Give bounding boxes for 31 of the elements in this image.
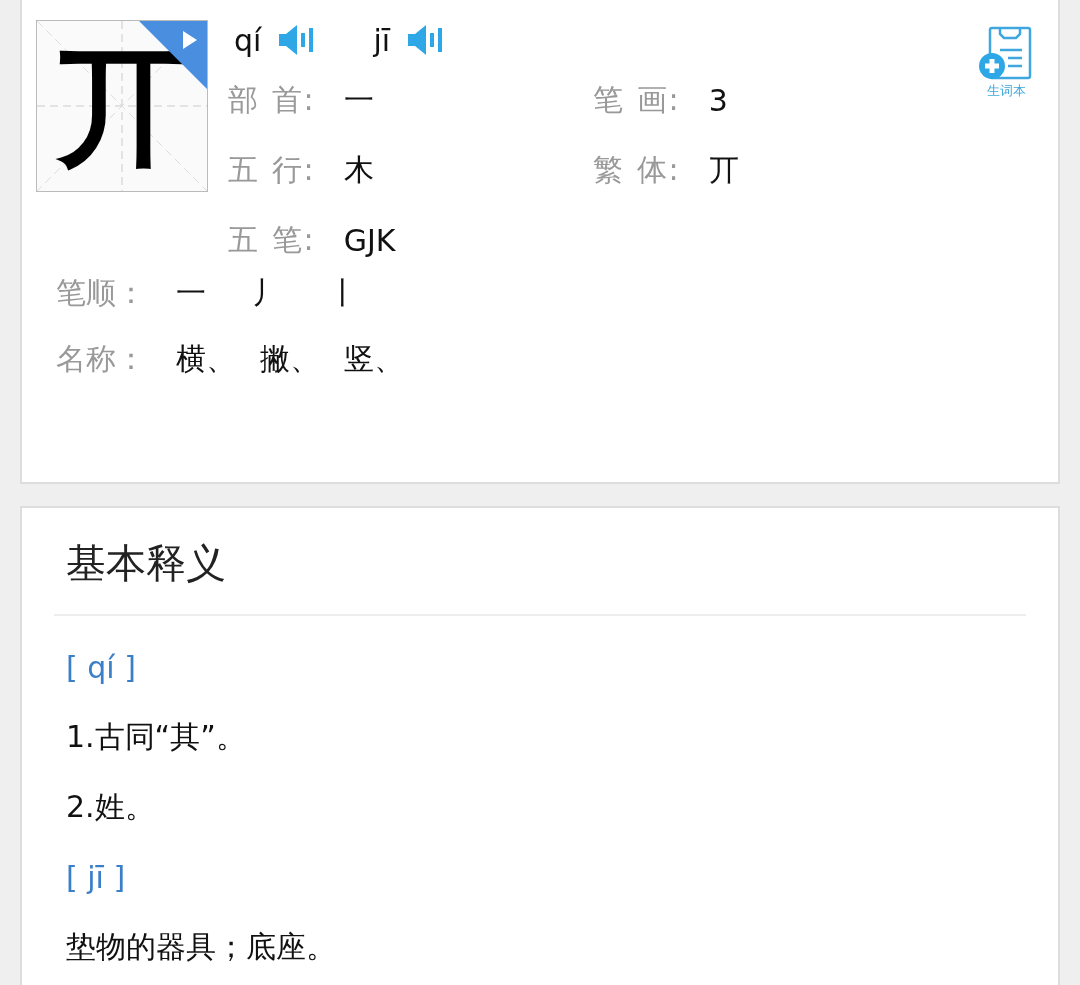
stroke-name: 竖、: [344, 339, 404, 378]
stroke: 丨: [328, 273, 358, 312]
pinyin-heading: [ qí ]: [65, 648, 137, 687]
section-title: 基本释义: [65, 539, 227, 588]
definition-text: 2.姓。: [65, 787, 156, 826]
stroke: 一: [176, 273, 206, 312]
character-glyph: 丌: [57, 41, 187, 171]
pinyin: qí: [234, 22, 262, 58]
pinyin: jī: [373, 22, 391, 58]
speaker-icon[interactable]: [279, 25, 316, 55]
stroke-order-label: 笔顺：: [56, 273, 146, 312]
stroke: 丿: [252, 273, 282, 312]
speaker-icon[interactable]: [408, 25, 445, 55]
definition-text: 1.古同“其”。: [65, 717, 247, 756]
field-label: 五 行:: [228, 150, 316, 189]
notebook-add-icon: [978, 26, 1034, 82]
field-value: GJK: [343, 222, 396, 258]
field-label: 部 首:: [228, 80, 316, 119]
field-label: 五 笔:: [228, 220, 316, 259]
definition-text: 垫物的器具；底座。: [65, 927, 337, 966]
pinyin-heading: [ jī ]: [65, 858, 127, 897]
character-grid[interactable]: 丌: [36, 20, 208, 192]
stroke-name: 撇、: [260, 339, 320, 378]
field-label: 笔 画:: [593, 80, 681, 119]
field-label: 繁 体:: [593, 150, 681, 189]
field-value: 木: [343, 150, 374, 189]
field-value: 丌: [708, 150, 739, 189]
stroke-name: 横、: [176, 339, 236, 378]
stroke-names-label: 名称：: [56, 339, 146, 378]
field-value: 一: [343, 80, 374, 119]
field-value: 3: [708, 82, 728, 118]
